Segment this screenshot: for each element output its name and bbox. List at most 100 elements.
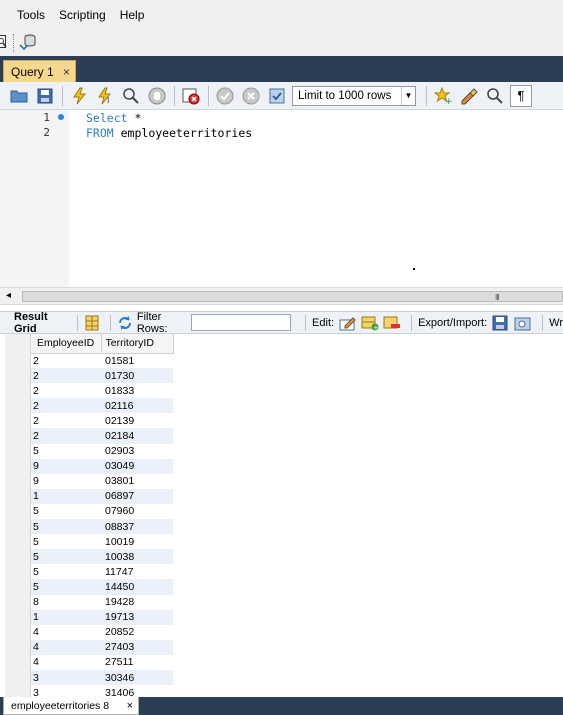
cell-employeeid[interactable]: 8: [31, 595, 101, 610]
table-row[interactable]: 3 31406: [31, 685, 173, 697]
filter-rows-input[interactable]: [191, 314, 292, 331]
close-icon[interactable]: ×: [127, 700, 133, 712]
table-row[interactable]: 5 02903: [31, 444, 173, 459]
stop-hand-icon[interactable]: [146, 85, 168, 107]
cell-employeeid[interactable]: 5: [31, 519, 101, 535]
grid-layout-icon[interactable]: [84, 314, 100, 332]
table-row[interactable]: 4 27403: [31, 639, 173, 655]
inspector-icon[interactable]: [0, 34, 8, 53]
cell-territoryid[interactable]: 01730: [101, 368, 173, 384]
cell-territoryid[interactable]: 14450: [101, 579, 173, 595]
table-row[interactable]: 4 27511: [31, 655, 173, 670]
rollback-x-icon[interactable]: [240, 85, 262, 107]
cell-employeeid[interactable]: 2: [31, 413, 101, 428]
table-row[interactable]: 2 01833: [31, 383, 173, 398]
beautify-brush-icon[interactable]: [458, 85, 480, 107]
tab-employeeterritories[interactable]: employeeterritories 8 ×: [3, 697, 139, 715]
commit-check-icon[interactable]: [214, 85, 236, 107]
sql-editor[interactable]: 1 2 Select * FROM employeeterritories: [0, 110, 563, 287]
cell-employeeid[interactable]: 1: [31, 609, 101, 625]
cell-employeeid[interactable]: 2: [31, 428, 101, 444]
cell-territoryid[interactable]: 02184: [101, 428, 173, 444]
cell-employeeid[interactable]: 5: [31, 504, 101, 519]
cell-territoryid[interactable]: 19713: [101, 609, 173, 625]
toggle-error-icon[interactable]: [180, 85, 202, 107]
table-row[interactable]: 2 02139: [31, 413, 173, 428]
cell-territoryid[interactable]: 03801: [101, 474, 173, 489]
export-icon[interactable]: [492, 314, 510, 332]
table-row[interactable]: 4 20852: [31, 625, 173, 640]
cell-territoryid[interactable]: 27403: [101, 639, 173, 655]
cell-employeeid[interactable]: 2: [31, 368, 101, 384]
table-row[interactable]: 8 19428: [31, 595, 173, 610]
editor-horizontal-scrollbar[interactable]: ◂ III: [0, 287, 563, 305]
result-grid-label[interactable]: Result Grid: [14, 311, 65, 335]
cell-territoryid[interactable]: 08837: [101, 519, 173, 535]
cell-territoryid[interactable]: 31406: [101, 685, 173, 697]
cell-territoryid[interactable]: 20852: [101, 625, 173, 640]
limit-rows-select[interactable]: Limit to 1000 rows ▼: [292, 85, 416, 106]
table-row[interactable]: 2 02116: [31, 398, 173, 414]
cell-employeeid[interactable]: 1: [31, 488, 101, 504]
close-icon[interactable]: ×: [63, 65, 70, 79]
cell-territoryid[interactable]: 01581: [101, 353, 173, 368]
cell-territoryid[interactable]: 27511: [101, 655, 173, 670]
database-icon[interactable]: [19, 33, 37, 54]
cell-territoryid[interactable]: 02116: [101, 398, 173, 414]
execute-lightning-icon[interactable]: [68, 85, 90, 107]
cell-employeeid[interactable]: 3: [31, 685, 101, 697]
cell-territoryid[interactable]: 10038: [101, 549, 173, 565]
execute-current-icon[interactable]: I: [94, 85, 116, 107]
table-row[interactable]: 1 19713: [31, 609, 173, 625]
table-row[interactable]: 9 03049: [31, 458, 173, 474]
table-row[interactable]: 5 10038: [31, 549, 173, 565]
cell-territoryid[interactable]: 03049: [101, 458, 173, 474]
cell-employeeid[interactable]: 5: [31, 579, 101, 595]
add-snippet-star-icon[interactable]: +: [432, 85, 454, 107]
table-row[interactable]: 5 14450: [31, 579, 173, 595]
cell-employeeid[interactable]: 9: [31, 474, 101, 489]
scroll-left-arrow-icon[interactable]: ◂: [6, 290, 11, 301]
table-row[interactable]: 5 07960: [31, 504, 173, 519]
save-icon[interactable]: [34, 85, 56, 107]
table-row[interactable]: 2 01581: [31, 353, 173, 368]
cell-employeeid[interactable]: 2: [31, 353, 101, 368]
cell-territoryid[interactable]: 02903: [101, 444, 173, 459]
cell-employeeid[interactable]: 9: [31, 458, 101, 474]
cell-employeeid[interactable]: 2: [31, 398, 101, 414]
cell-employeeid[interactable]: 5: [31, 534, 101, 549]
table-row[interactable]: 2 01730: [31, 368, 173, 384]
cell-territoryid[interactable]: 10019: [101, 534, 173, 549]
cell-employeeid[interactable]: 3: [31, 669, 101, 686]
column-header-employeeid[interactable]: EmployeeID: [31, 334, 102, 354]
autocommit-icon[interactable]: [266, 85, 288, 107]
cell-employeeid[interactable]: 4: [31, 655, 101, 670]
insert-row-icon[interactable]: +: [361, 314, 379, 332]
table-row[interactable]: 5 11747: [31, 564, 173, 579]
explain-magnifier-icon[interactable]: [120, 85, 142, 107]
table-row[interactable]: 1 06897: [31, 488, 173, 504]
import-icon[interactable]: [514, 314, 532, 332]
delete-row-icon[interactable]: [383, 314, 401, 332]
table-row[interactable]: 3 30346: [31, 669, 173, 686]
cell-employeeid[interactable]: 4: [31, 639, 101, 655]
menu-tools[interactable]: Tools: [10, 8, 52, 22]
cell-territoryid[interactable]: 30346: [101, 669, 173, 686]
open-folder-icon[interactable]: [8, 85, 30, 107]
table-row[interactable]: 2 02184: [31, 428, 173, 444]
column-header-territoryid[interactable]: TerritoryID: [101, 334, 174, 354]
cell-employeeid[interactable]: 5: [31, 444, 101, 459]
cell-employeeid[interactable]: 5: [31, 564, 101, 579]
tab-query-1[interactable]: Query 1 ×: [3, 60, 76, 82]
cell-employeeid[interactable]: 5: [31, 549, 101, 565]
cell-territoryid[interactable]: 02139: [101, 413, 173, 428]
cell-territoryid[interactable]: 19428: [101, 595, 173, 610]
invisible-chars-pilcrow-icon[interactable]: ¶: [510, 84, 532, 107]
cell-employeeid[interactable]: 2: [31, 383, 101, 398]
edit-row-pencil-icon[interactable]: [339, 314, 357, 332]
chevron-down-icon[interactable]: ▼: [401, 86, 415, 105]
menu-scripting[interactable]: Scripting: [52, 8, 113, 22]
cell-territoryid[interactable]: 06897: [101, 488, 173, 504]
wrap-cell-label[interactable]: Wr: [549, 317, 563, 329]
cell-territoryid[interactable]: 01833: [101, 383, 173, 398]
